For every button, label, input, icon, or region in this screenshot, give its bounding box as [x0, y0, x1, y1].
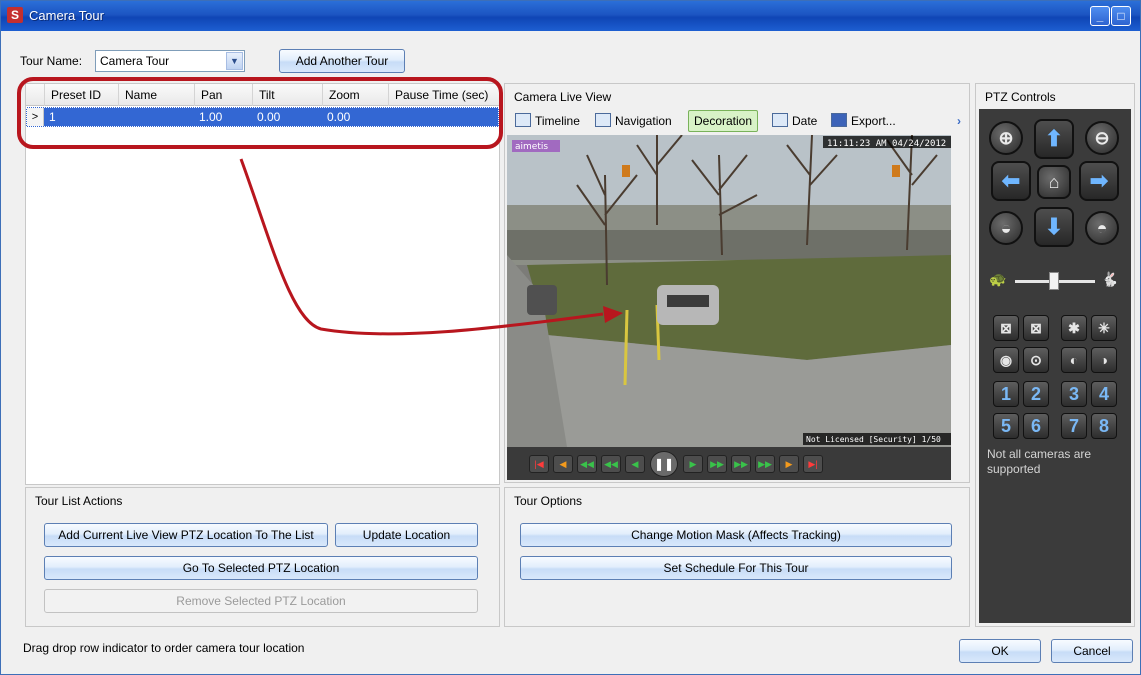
app-icon: S — [7, 7, 23, 23]
home-icon[interactable]: ⌂ — [1037, 165, 1071, 199]
tour-name-label: Tour Name: — [20, 54, 83, 68]
rewind-fast-icon[interactable]: ◀◀ — [577, 455, 597, 473]
zoom-out-icon[interactable]: ⊖ — [1085, 121, 1119, 155]
add-another-tour-button[interactable]: Add Another Tour — [279, 49, 405, 73]
window-title: Camera Tour — [29, 8, 104, 23]
preset-4-button[interactable]: 4 — [1091, 381, 1117, 407]
go-to-location-button[interactable]: Go To Selected PTZ Location — [44, 556, 478, 580]
tour-name-value: Camera Tour — [100, 54, 170, 68]
video-timestamp: 11:11:23 AM 04/24/2012 — [827, 139, 946, 149]
preset-1-button[interactable]: 1 — [993, 381, 1019, 407]
timeline-button[interactable]: Timeline — [515, 110, 580, 132]
navigation-icon — [595, 113, 611, 127]
timeline-icon — [515, 113, 531, 127]
tour-list-actions-title: Tour List Actions — [35, 494, 123, 508]
play-icon[interactable]: ▶ — [683, 455, 703, 473]
step-forward-icon[interactable]: ▶ — [779, 455, 799, 473]
focus-near-icon[interactable]: ⊠ — [1023, 315, 1049, 341]
live-view-title: Camera Live View — [514, 90, 612, 104]
tour-options-title: Tour Options — [514, 494, 583, 508]
ptz-title: PTZ Controls — [985, 90, 1056, 104]
title-bar[interactable]: S Camera Tour _ □ — [1, 1, 1140, 31]
preset-5-button[interactable]: 5 — [993, 413, 1019, 439]
annotation-ring — [17, 77, 503, 149]
preset-8-button[interactable]: 8 — [1091, 413, 1117, 439]
navigation-button[interactable]: Navigation — [595, 110, 672, 132]
remove-location-button: Remove Selected PTZ Location — [44, 589, 478, 613]
arrow-up-icon[interactable]: ⬆ — [1034, 119, 1074, 159]
manual-iris-icon[interactable]: ◑ — [1091, 347, 1117, 373]
date-button[interactable]: Date — [772, 110, 817, 132]
playback-bar: |◀ ◀ ◀◀ ◀◀ ◀ ❚❚ ▶ ▶▶ ▶▶ ▶▶ ▶ ▶| — [507, 447, 951, 480]
brightness-up-icon[interactable]: ✱ — [1061, 315, 1087, 341]
video-footer-text: Not Licensed [Security] 1/50 — [806, 435, 941, 444]
drag-hint: Drag drop row indicator to order camera … — [23, 641, 305, 655]
manual-focus-icon[interactable]: ⊙ — [1023, 347, 1049, 373]
change-motion-mask-button[interactable]: Change Motion Mask (Affects Tracking) — [520, 523, 952, 547]
rewind-icon[interactable]: ◀◀ — [601, 455, 621, 473]
slider-thumb[interactable] — [1049, 272, 1059, 290]
ok-button[interactable]: OK — [959, 639, 1041, 663]
speed-slider[interactable]: 🐢 🐇 — [989, 269, 1121, 293]
reverse-play-icon[interactable]: ◀ — [625, 455, 645, 473]
auto-focus-icon[interactable]: ◉ — [993, 347, 1019, 373]
cancel-button[interactable]: Cancel — [1051, 639, 1133, 663]
export-button[interactable]: Export... — [831, 110, 896, 132]
forward-icon[interactable]: ▶▶ — [707, 455, 727, 473]
maximize-button[interactable]: □ — [1111, 6, 1131, 26]
jump-start-icon[interactable]: |◀ — [529, 455, 549, 473]
update-location-button[interactable]: Update Location — [335, 523, 478, 547]
arrow-down-icon[interactable]: ⬇ — [1034, 207, 1074, 247]
turtle-icon: 🐢 — [989, 271, 1007, 287]
preset-6-button[interactable]: 6 — [1023, 413, 1049, 439]
minimize-button[interactable]: _ — [1090, 6, 1110, 26]
arrow-right-icon[interactable]: ➡ — [1079, 161, 1119, 201]
preset-7-button[interactable]: 7 — [1061, 413, 1087, 439]
arrow-left-icon[interactable]: ⬅ — [991, 161, 1031, 201]
iris-close-icon[interactable]: ◒ — [989, 211, 1023, 245]
tour-name-combo[interactable]: Camera Tour ▼ — [95, 50, 245, 72]
brightness-down-icon[interactable]: ✳ — [1091, 315, 1117, 341]
ptz-support-note: Not all cameras are supported — [987, 447, 1092, 476]
step-back-icon[interactable]: ◀ — [553, 455, 573, 473]
jump-end-icon[interactable]: ▶| — [803, 455, 823, 473]
calendar-icon — [772, 113, 788, 127]
fast-forward-icon[interactable]: ▶▶ — [755, 455, 775, 473]
chevron-down-icon[interactable]: ▼ — [226, 52, 243, 70]
decoration-button[interactable]: Decoration — [688, 110, 759, 132]
zoom-in-icon[interactable]: ⊕ — [989, 121, 1023, 155]
annotation-arrow — [239, 158, 623, 336]
camera-tour-window: S Camera Tour _ □ Tour Name: Camera Tour… — [0, 0, 1141, 675]
add-current-location-button[interactable]: Add Current Live View PTZ Location To Th… — [44, 523, 328, 547]
rabbit-icon: 🐇 — [1101, 271, 1119, 287]
save-icon — [831, 113, 847, 127]
forward-fast-icon[interactable]: ▶▶ — [731, 455, 751, 473]
ptz-controls: ⊕ ⬆ ⊖ ⬅ ⌂ ➡ ◒ ⬇ ◓ 🐢 🐇 ⊠ ⊠ ✱ ✳ ◉ ⊙ ◐ ◑ 1 … — [979, 109, 1131, 623]
set-schedule-button[interactable]: Set Schedule For This Tour — [520, 556, 952, 580]
focus-far-icon[interactable]: ⊠ — [993, 315, 1019, 341]
iris-open-icon[interactable]: ◓ — [1085, 211, 1119, 245]
pause-icon[interactable]: ❚❚ — [650, 451, 678, 477]
auto-iris-icon[interactable]: ◐ — [1061, 347, 1087, 373]
toolbar-overflow-button[interactable]: › — [957, 110, 961, 132]
preset-2-button[interactable]: 2 — [1023, 381, 1049, 407]
live-view-toolbar: Timeline Navigation Decoration Date Expo… — [513, 110, 965, 134]
preset-3-button[interactable]: 3 — [1061, 381, 1087, 407]
